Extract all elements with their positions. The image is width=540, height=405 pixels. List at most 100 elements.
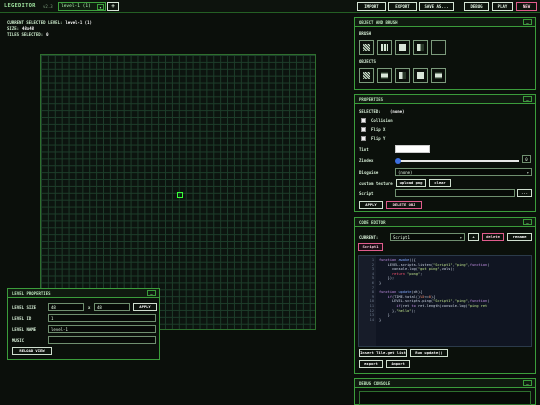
disguise-value: (none) [398,170,413,175]
chevron-down-icon: ▾ [459,235,462,240]
export-script-button[interactable]: export [359,360,383,368]
level-name-label: LEVEL NAME [12,327,37,332]
current-level-label: CURRENT SELECTED LEVEL: [7,20,63,25]
debug-console-panel: DEBUG CONSOLE _ [354,378,536,405]
tile-cursor [177,192,183,198]
script-browse-button[interactable]: ... [517,189,532,197]
object-block-icon[interactable] [413,68,428,83]
tiles-info: TILES SELECTED: 0 [7,32,49,37]
selected-value: (none) [390,109,405,114]
panel-header: LEVEL PROPERTIES _ [8,289,159,298]
flip-x-label: Flip X [371,127,386,132]
panel-header: OBJECT AND BRUSH _ [355,18,535,27]
add-level-button[interactable]: + [107,2,119,11]
new-button[interactable]: NEW [516,2,537,11]
add-script-button[interactable]: + [468,233,479,241]
level-properties-panel: LEVEL PROPERTIES _ LEVEL SIZE 48 x 48 AP… [7,288,160,360]
panel-title: PROPERTIES [359,97,384,102]
objects-label: OBJECTS [359,59,376,64]
level-width-input[interactable]: 48 [48,303,84,311]
collision-checkbox[interactable] [361,118,366,123]
size-value: 48x48 [22,26,35,31]
brush-grid-icon[interactable] [359,40,374,55]
export-button[interactable]: EXPORT [388,2,417,11]
level-select[interactable]: level-1 (1) ▾ [58,2,106,11]
object-dots-icon[interactable] [359,68,374,83]
minimize-button[interactable]: _ [523,96,532,102]
apply-properties-button[interactable]: APPLY [359,201,383,209]
panel-title: CODE EDITOR [359,220,386,225]
tint-color-picker[interactable] [395,145,430,153]
zindex-label: Zindex [359,158,374,163]
minimize-button[interactable]: _ [523,219,532,225]
clear-texture-button[interactable]: clear [429,179,451,187]
brush-empty-icon[interactable] [431,40,446,55]
apply-size-button[interactable]: APPLY [133,303,157,311]
script-tab[interactable]: Script1 [358,243,383,251]
collision-label: Collision [371,118,393,123]
zindex-value[interactable]: 0 [522,155,531,163]
disguise-label: Disguise [359,170,379,175]
music-label: MUSIC [12,338,25,343]
selected-label: SELECTED: [359,109,381,114]
code-text[interactable]: function awake(){ LEVEL.scripts.listen("… [379,258,489,322]
zindex-slider[interactable] [395,158,519,164]
object-brush-panel: OBJECT AND BRUSH _ BRUSH OBJECTS [354,17,536,90]
reload-view-button[interactable]: RELOAD VIEW [12,347,52,355]
import-script-button[interactable]: import [386,360,410,368]
panel-title: LEVEL PROPERTIES [12,291,51,296]
flip-y-checkbox[interactable] [361,136,366,141]
size-separator: x [88,305,91,310]
flip-x-checkbox[interactable] [361,127,366,132]
brush-block-icon[interactable] [395,40,410,55]
level-name-input[interactable]: level-1 [48,325,156,333]
insert-tile-list-button[interactable]: Insert Tile.get list [359,349,407,357]
debug-console-output[interactable] [359,391,531,405]
disguise-select[interactable]: (none) ▾ [395,168,532,176]
tiles-value: 0 [46,32,49,37]
debug-button[interactable]: DEBUG [464,2,489,11]
current-level-value: level-1 (1) [65,20,92,25]
slider-knob[interactable] [395,158,401,164]
chevron-down-icon: ▾ [526,170,529,175]
play-button[interactable]: PLAY [492,2,513,11]
object-stripe-icon[interactable] [395,68,410,83]
current-script-value: Script1 [393,235,410,240]
level-id-input[interactable]: 1 [48,314,156,322]
current-script-label: CURRENT: [359,235,379,240]
properties-panel: PROPERTIES _ SELECTED: (none) Collision … [354,94,536,212]
brush-half-icon[interactable] [413,40,428,55]
level-height-input[interactable]: 48 [94,303,130,311]
panel-header: PROPERTIES _ [355,95,535,104]
minimize-button[interactable]: _ [147,290,156,296]
size-info: SIZE: 48x48 [7,26,34,31]
line-numbers: 1 2 3 4 5 6 7 8 9 10 11 12 13 14 [359,256,376,346]
panel-header: DEBUG CONSOLE _ [355,379,535,388]
tint-label: Tint [359,147,369,152]
size-label: SIZE: [7,26,20,31]
level-id-label: LEVEL ID [12,316,32,321]
object-bar-icon-2[interactable] [431,68,446,83]
delete-script-button[interactable]: delete [482,233,504,241]
save-as-button[interactable]: SAVE AS... [419,2,454,11]
custom-texture-label: custom texture [359,181,393,186]
rename-script-button[interactable]: rename [507,233,532,241]
code-editor[interactable]: 1 2 3 4 5 6 7 8 9 10 11 12 13 14 functio… [358,255,532,347]
top-bar: LEGEDITOR v2.3 level-1 (1) ▾ + IMPORT EX… [0,0,540,13]
app-title: LEGEDITOR [4,3,36,9]
chevron-down-icon: ▾ [97,4,104,10]
minimize-button[interactable]: _ [523,19,532,25]
current-script-select[interactable]: Script1 ▾ [390,233,465,241]
object-bar-icon[interactable] [377,68,392,83]
tiles-label: TILES SELECTED: [7,32,44,37]
run-update-button[interactable]: Run update() [410,349,448,357]
music-input[interactable] [48,336,156,344]
script-label: Script [359,191,374,196]
delete-object-button[interactable]: DELETE OBJ [386,201,422,209]
brush-stripe-icon[interactable] [377,40,392,55]
upload-png-button[interactable]: upload png [396,179,426,187]
current-level-info: CURRENT SELECTED LEVEL: level-1 (1) [7,20,92,25]
script-field[interactable] [395,189,515,197]
minimize-button[interactable]: _ [523,380,532,386]
import-button[interactable]: IMPORT [357,2,386,11]
